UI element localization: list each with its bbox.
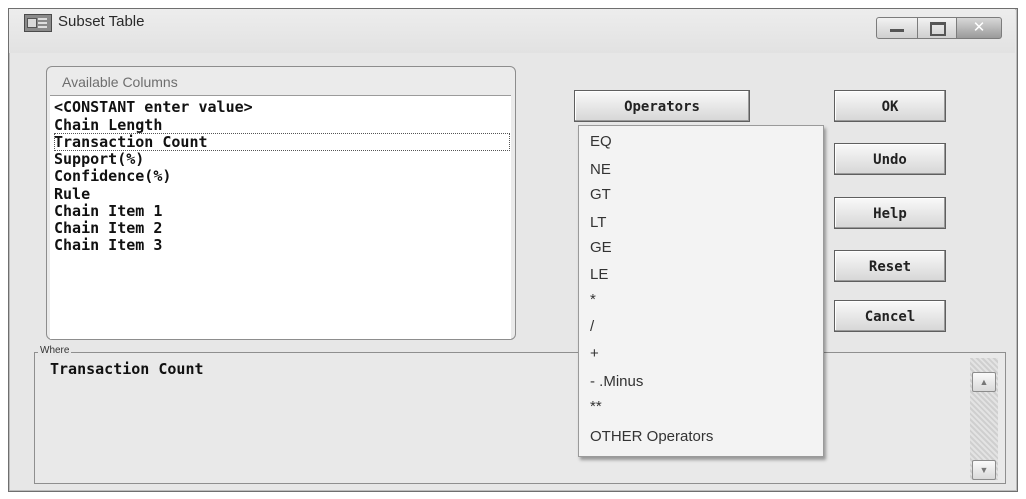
list-item[interactable]: Chain Item 1: [54, 202, 510, 220]
cancel-button[interactable]: Cancel: [834, 300, 946, 332]
menu-item-lt[interactable]: LT: [590, 214, 606, 231]
menu-item-ge[interactable]: GE: [590, 239, 612, 256]
where-label: Where: [38, 345, 72, 356]
list-item[interactable]: Chain Length: [54, 116, 510, 134]
list-item-focused[interactable]: Transaction Count: [54, 133, 510, 151]
menu-item-minus[interactable]: - .Minus: [590, 373, 643, 390]
close-icon: ✕: [972, 19, 986, 36]
menu-item-eq[interactable]: EQ: [590, 133, 612, 150]
scroll-up-icon[interactable]: ▲: [972, 372, 996, 392]
window-title: Subset Table: [58, 13, 145, 30]
menu-item-le[interactable]: LE: [590, 266, 608, 283]
list-item[interactable]: <CONSTANT enter value>: [54, 98, 510, 116]
list-item[interactable]: Support(%): [54, 150, 510, 168]
app-table-icon: [24, 14, 52, 32]
menu-item-other-operators[interactable]: OTHER Operators: [590, 428, 713, 445]
menu-item-divide[interactable]: /: [590, 318, 594, 335]
menu-item-ne[interactable]: NE: [590, 161, 611, 178]
minimize-button[interactable]: [876, 17, 918, 39]
title-bar: [9, 9, 1015, 53]
list-item[interactable]: Chain Item 3: [54, 236, 510, 254]
undo-button[interactable]: Undo: [834, 143, 946, 175]
maximize-icon: [930, 22, 946, 36]
minimize-icon: [890, 29, 904, 32]
menu-item-multiply[interactable]: *: [590, 291, 596, 308]
menu-item-gt[interactable]: GT: [590, 186, 611, 203]
help-button[interactable]: Help: [834, 197, 946, 229]
operators-button[interactable]: Operators: [574, 90, 750, 122]
available-columns-label: Available Columns: [62, 74, 178, 90]
scroll-down-icon[interactable]: ▼: [972, 460, 996, 480]
list-item[interactable]: Rule: [54, 185, 510, 203]
where-expression[interactable]: Transaction Count: [50, 360, 204, 378]
ok-button[interactable]: OK: [834, 90, 946, 122]
reset-button[interactable]: Reset: [834, 250, 946, 282]
operators-menu: [578, 125, 824, 457]
menu-item-plus[interactable]: +: [590, 345, 599, 362]
close-button[interactable]: ✕: [956, 17, 1002, 39]
list-item[interactable]: Confidence(%): [54, 167, 510, 185]
maximize-button[interactable]: [917, 17, 957, 39]
menu-item-power[interactable]: **: [590, 398, 602, 415]
list-item[interactable]: Chain Item 2: [54, 219, 510, 237]
